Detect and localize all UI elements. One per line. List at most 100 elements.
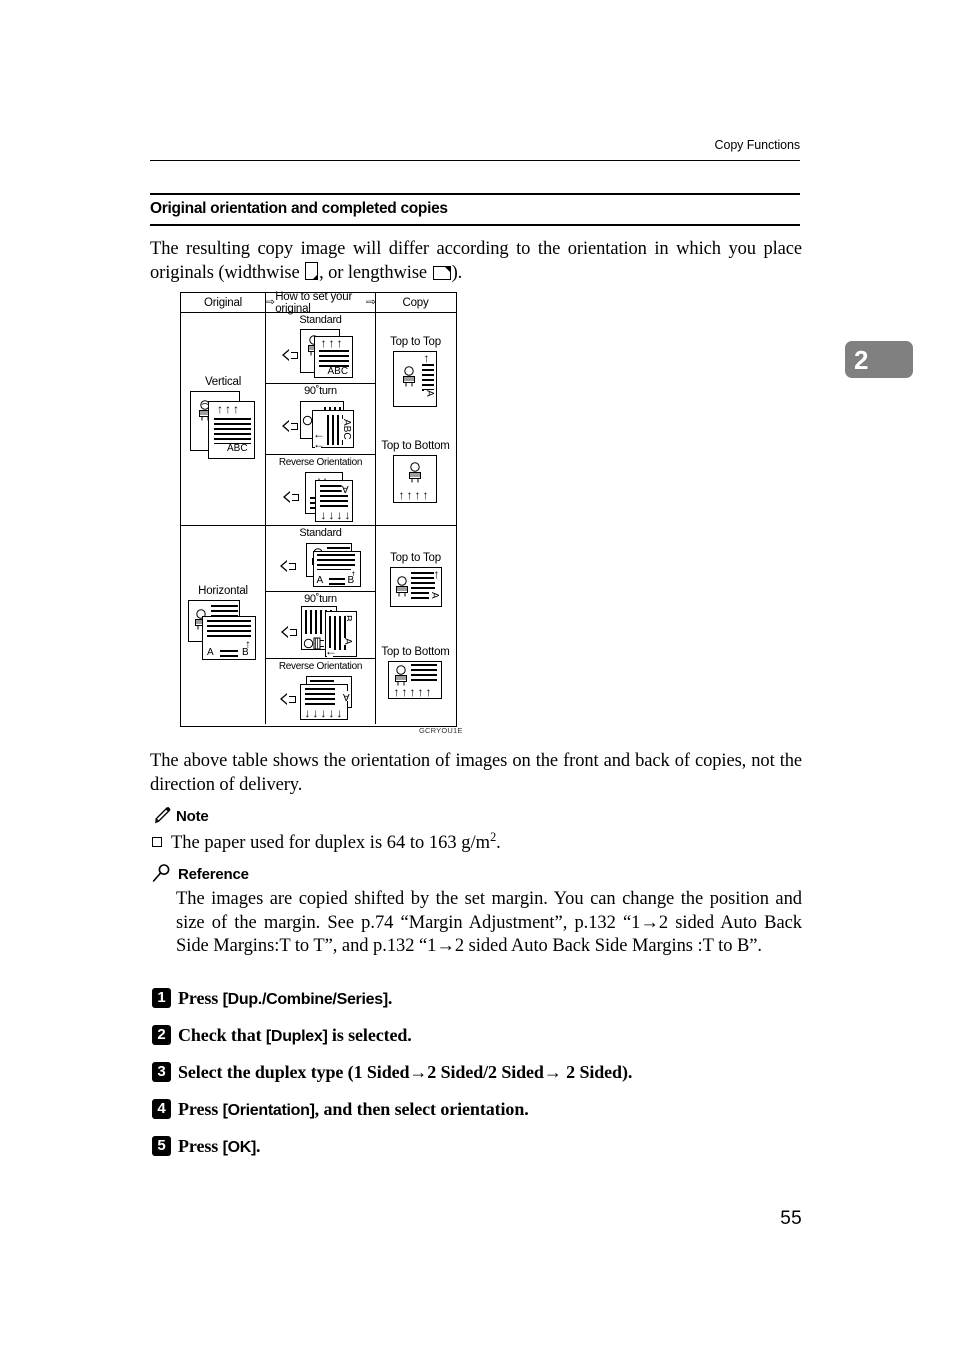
arrow-left-icon: [280, 625, 297, 639]
method-label: Standard: [299, 527, 342, 539]
person-illustration: [407, 461, 423, 483]
arrow-up-icon: ↑: [217, 401, 223, 416]
reference-title: Reference: [178, 866, 249, 883]
note-text-before: The paper used for duplex is 64 to 163 g…: [171, 833, 491, 853]
step-number-badge: 4: [152, 1099, 171, 1119]
below-figure-paragraph: The above table shows the orientation of…: [150, 751, 802, 795]
step-1: 1 Press [Dup./Combine/Series].: [152, 988, 812, 1012]
section-rule-bottom: [150, 224, 800, 226]
copy-group-top-to-top: Top to Top ↑ A: [390, 336, 441, 407]
direction-arrows: ↑: [423, 352, 430, 364]
original-cell-horizontal: Horizontal ↑ A B: [181, 526, 266, 724]
copy-illustration: ↑ ↑ ↑ ↑ ↑: [388, 660, 443, 699]
person-illustration: [401, 365, 417, 387]
arrow-left-icon: [281, 348, 298, 362]
copy-label: Top to Top: [390, 551, 441, 564]
copy-mark: A: [428, 591, 440, 599]
orientation-figure: Original ⇨ How to set your original ⇨ Copy…: [180, 291, 457, 727]
step-number-badge: 1: [152, 988, 171, 1008]
original-mark-abc: ABC: [227, 442, 248, 454]
step-text-after: .: [387, 988, 393, 1008]
step-text: Press [OK].: [178, 1136, 261, 1158]
method-label: 90˚turn: [304, 385, 337, 397]
step-text: Select the duplex type (1 Sided→2 Sided/…: [178, 1062, 632, 1084]
chapter-tab-number: 2: [854, 345, 869, 375]
figure-header-how-to-set: ⇨ How to set your original ⇨: [265, 291, 376, 315]
copy-mark: A: [424, 389, 436, 397]
figure-header-original: Original: [181, 293, 266, 312]
person-illustration: [303, 636, 324, 652]
page-number: 55: [780, 1208, 802, 1229]
figure-header-copy: Copy: [402, 296, 429, 309]
arrow-up-icon: ↑: [417, 684, 424, 699]
arrow-up-icon: ↑: [406, 487, 413, 502]
step-number-badge: 2: [152, 1025, 171, 1045]
direction-arrows: ↑ ↑: [311, 431, 325, 451]
person-illustration: [394, 575, 410, 597]
original-mark-a: A: [207, 646, 214, 658]
figure-header-row: Original ⇨ How to set your original ⇨ Copy: [181, 291, 456, 315]
doc-sheet-front: A ↓ ↓ ↓ ↓ ↓: [299, 683, 350, 720]
arrow-up-icon: ↑: [409, 684, 416, 699]
arrow-up-icon: ↑: [398, 487, 405, 502]
doc-sheet-front: ↑ ↑ ↑ ABC: [208, 400, 255, 459]
reference-body: The images are copied shifted by the set…: [176, 889, 802, 956]
arrow-left-icon: ↑: [322, 650, 337, 656]
step-ui-key: [OK]: [222, 1139, 257, 1156]
arrow-left-icon: [279, 559, 296, 573]
figure-id-label: GCRYOU1E: [419, 726, 463, 735]
step-5: 5 Press [OK].: [152, 1136, 812, 1160]
step-ui-key: [Orientation]: [222, 1102, 315, 1119]
text-lines: [328, 577, 345, 585]
copy-illustration: ↑ A: [393, 350, 438, 407]
figure-row-horizontal: Horizontal ↑ A B Standard ↑ A B 90˚turn …: [181, 526, 456, 724]
running-head: Copy Functions: [714, 138, 801, 152]
how-to-set-cell-vertical: Standard ↑ ↑ ↑ ABC 90˚turn ↑ ↑ ABC Rever…: [266, 313, 376, 525]
direction-arrows: ↑ ↑ ↑ ↑ ↑: [393, 684, 432, 699]
copy-cell-horizontal: Top to Top ↑ A Top to Bottom ↑ ↑ ↑ ↑ ↑: [376, 526, 455, 724]
copy-label: Top to Bottom: [381, 439, 450, 452]
pencil-icon: [153, 807, 173, 825]
method-illustration: A ↓ ↓ ↓ ↓ ↓: [266, 673, 375, 724]
lengthwise-orientation-icon: [432, 265, 451, 280]
arrow-right-icon: ⇨: [265, 296, 276, 308]
arrow-down-icon: ↓: [320, 705, 327, 720]
step-number-badge: 5: [152, 1136, 171, 1156]
intro-text-after: ).: [451, 262, 463, 283]
doc-mark-a: A: [316, 574, 324, 586]
arrow-down-icon: ↓: [312, 705, 319, 720]
method-90turn-horizontal: 90˚turn B A ↑: [266, 591, 375, 658]
arrow-left-icon: [279, 692, 296, 706]
direction-arrows: ↓ ↓ ↓ ↓ ↓: [304, 705, 343, 720]
note-list-item: The paper used for duplex is 64 to 163 g…: [152, 831, 802, 856]
arrow-down-icon: ↓: [328, 705, 335, 720]
step-3: 3 Select the duplex type (1 Sided→2 Side…: [152, 1062, 812, 1086]
magnifier-icon: [152, 864, 172, 883]
text-lines: [220, 649, 238, 658]
step-ui-key: [Dup./Combine/Series]: [222, 991, 389, 1008]
doc-sheet-front: A ↓ ↓ ↓ ↓: [314, 480, 353, 522]
doc-sheet-front: B A ↑: [322, 611, 357, 658]
widthwise-orientation-icon: [305, 261, 319, 280]
doc-mark: A: [342, 690, 350, 702]
arrow-left-icon: [281, 419, 298, 433]
direction-arrows: ↑: [433, 568, 440, 580]
method-label: Reverse Orientation: [278, 457, 363, 468]
doc-sheet-front: ↑ A B: [312, 550, 361, 587]
doc-mark-b: B: [347, 574, 355, 586]
arrow-up-icon: ↑: [225, 401, 231, 416]
arrow-down-icon: ↓: [336, 508, 343, 522]
arrow-right-icon-2: ⇨: [365, 296, 376, 308]
copy-label: Top to Bottom: [381, 645, 450, 658]
step-text: Press [Dup./Combine/Series].: [178, 988, 392, 1010]
document-page: Copy Functions 2 Original orientation an…: [0, 0, 954, 1351]
method-illustration: B A ↑: [266, 606, 375, 658]
arrow-left-icon: [282, 490, 299, 504]
chapter-tab: 2: [845, 341, 913, 378]
note-text-after: .: [496, 833, 501, 853]
figure-row-vertical: Vertical ↑ ↑ ↑ ABC Standard ↑ ↑ ↑ ABC 90…: [181, 313, 456, 526]
direction-arrows: ↑ ↑ ↑: [320, 337, 343, 349]
arrow-up-icon: ↑: [393, 684, 400, 699]
person-illustration: [393, 664, 409, 686]
doc-sheet-front: ↑ ↑ ↑ ABC: [313, 336, 353, 378]
